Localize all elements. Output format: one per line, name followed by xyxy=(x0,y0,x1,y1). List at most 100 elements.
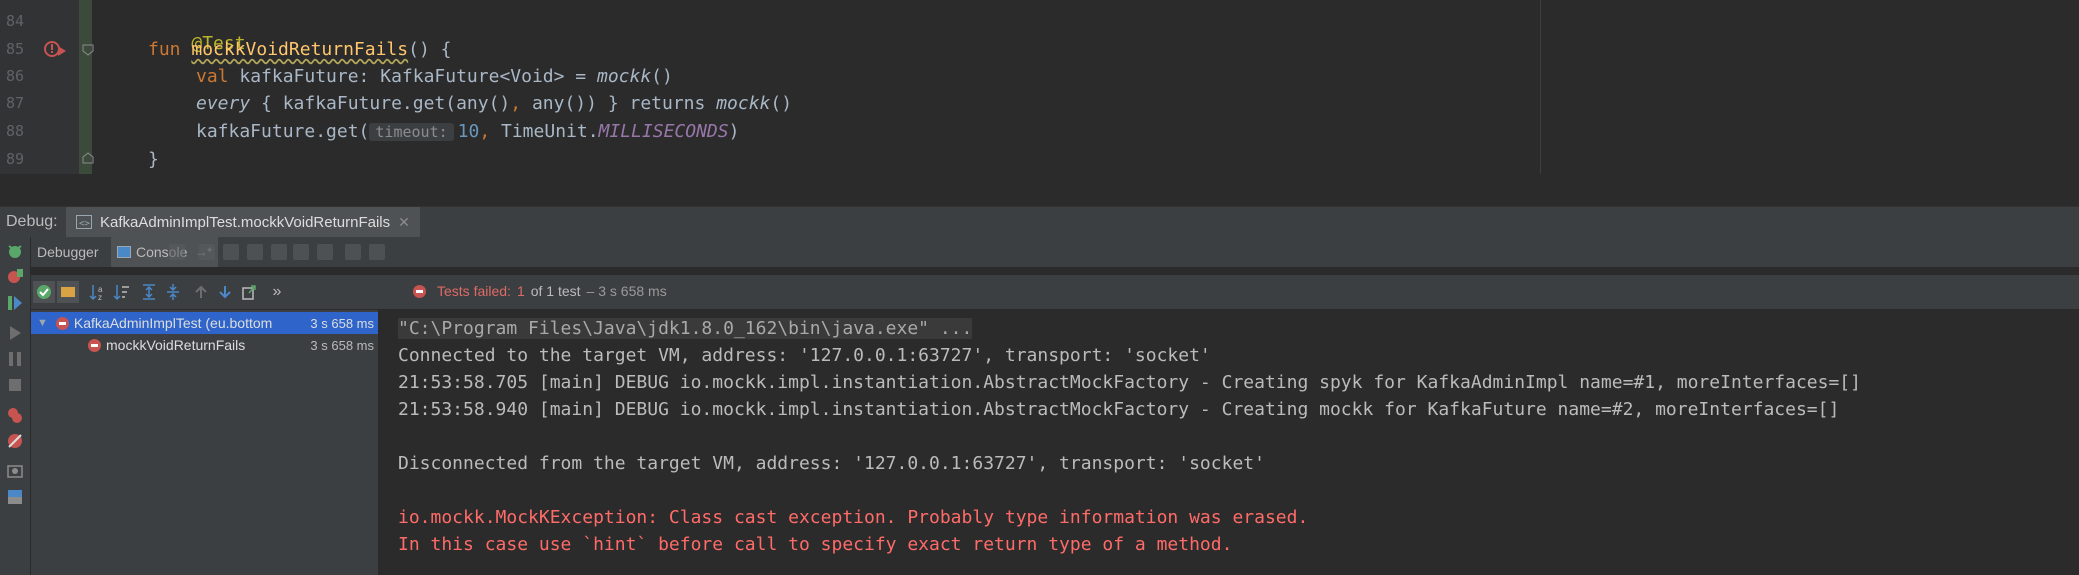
code-text: { kafkaFuture.get(any() xyxy=(250,93,511,114)
close-icon[interactable]: ✕ xyxy=(398,214,410,231)
console-error-line: io.mockk.MockKException: Class cast exce… xyxy=(398,507,1309,528)
code-text: () { xyxy=(408,39,452,60)
sort-by-duration-icon[interactable] xyxy=(111,282,131,302)
step-over-icon[interactable] xyxy=(199,244,215,260)
expand-all-icon[interactable] xyxy=(139,282,159,302)
console-line: 21:53:58.705 [main] DEBUG io.mockk.impl.… xyxy=(398,372,1861,393)
line-number: 85 xyxy=(6,40,25,58)
sort-alphabetically-icon[interactable]: az xyxy=(87,282,107,302)
step-into-icon[interactable] xyxy=(223,244,239,260)
console-command-line: "C:\Program Files\Java\jdk1.8.0_162\bin\… xyxy=(398,318,973,339)
chevron-down-icon[interactable]: ▼ xyxy=(37,317,48,329)
right-margin-guide xyxy=(1540,0,1541,174)
code-text: () xyxy=(770,93,793,114)
show-ignored-icon[interactable] xyxy=(57,281,79,303)
test-tree-row-method[interactable]: mockkVoidReturnFails 3 s 658 ms xyxy=(31,334,378,356)
code-text: kafkaFuture: KafkaFuture<Void> = xyxy=(228,66,597,87)
code-line-88: kafkaFuture.get(timeout: 10, TimeUnit.MIL… xyxy=(196,121,739,142)
fold-icon[interactable] xyxy=(82,44,94,56)
code-text: ) xyxy=(728,121,740,142)
failed-icon xyxy=(88,338,101,352)
tab-debugger-label: Debugger xyxy=(37,244,99,260)
debugger-subtabs: Debugger Console →* xyxy=(31,237,2079,268)
keyword: val xyxy=(196,66,229,87)
debug-session-title: KafkaAdminImplTest.mockkVoidReturnFails xyxy=(100,213,391,231)
tests-total-text: of 1 test xyxy=(530,283,581,299)
function-name: mockkVoidReturnFails xyxy=(191,39,409,60)
console-line: 21:53:58.940 [main] DEBUG io.mockk.impl.… xyxy=(398,399,1840,420)
punctuation: , xyxy=(479,121,491,142)
code-line-89: } xyxy=(148,149,159,170)
debug-session-tab[interactable]: <> KafkaAdminImplTest.mockkVoidReturnFai… xyxy=(66,207,420,237)
previous-failed-icon[interactable] xyxy=(191,282,211,302)
rerun-failed-icon[interactable] xyxy=(5,267,25,287)
layout-icon[interactable] xyxy=(5,487,25,507)
more-actions-icon[interactable]: » xyxy=(267,282,287,302)
debug-actions-strip xyxy=(0,237,31,575)
show-execution-point-icon[interactable] xyxy=(169,244,185,260)
code-text: any()) } returns xyxy=(521,93,717,114)
test-results-tree[interactable]: ▼ KafkaAdminImplTest (eu.bottom 3 s 658 … xyxy=(31,310,379,575)
debug-tool-window-header: Debug: <> KafkaAdminImplTest.mockkVoidRe… xyxy=(0,206,2079,238)
mute-breakpoints-icon[interactable] xyxy=(5,431,25,451)
run-to-cursor-icon[interactable] xyxy=(317,244,333,260)
evaluate-expression-icon[interactable] xyxy=(345,244,361,260)
rerun-debug-icon[interactable] xyxy=(5,241,25,261)
code-line-87: every { kafkaFuture.get(any(), any()) } … xyxy=(196,93,792,114)
change-marker-bar xyxy=(79,0,92,174)
force-step-into-icon[interactable] xyxy=(247,244,263,260)
trace-icon[interactable] xyxy=(369,244,385,260)
code-line-86: val kafkaFuture: KafkaFuture<Void> = moc… xyxy=(196,66,673,87)
line-number: 88 xyxy=(6,122,25,140)
code-text: () xyxy=(651,66,673,87)
next-failed-icon[interactable] xyxy=(215,282,235,302)
code-text: kafkaFuture.get( xyxy=(196,121,370,142)
resume-icon[interactable] xyxy=(5,293,25,313)
code-text: } xyxy=(148,149,159,170)
code-line-85: fun mockkVoidReturnFails() { xyxy=(148,39,451,60)
function-call: every xyxy=(196,93,251,114)
constant: MILLISECONDS xyxy=(598,121,729,142)
punctuation: , xyxy=(510,93,522,114)
test-class-name: KafkaAdminImplTest (eu.bottom xyxy=(73,315,273,331)
test-duration: 3 s 658 ms xyxy=(310,315,374,331)
test-status: Tests failed: 1 of 1 test – 3 s 658 ms xyxy=(413,283,667,299)
console-line: Connected to the target VM, address: '12… xyxy=(398,345,1211,366)
tests-failed-label: Tests failed: xyxy=(437,283,511,299)
collapse-all-icon[interactable] xyxy=(163,282,183,302)
stop-icon[interactable] xyxy=(5,375,25,395)
line-number: 89 xyxy=(6,150,25,168)
drop-frame-icon[interactable] xyxy=(293,244,309,260)
test-duration: 3 s 658 ms xyxy=(310,337,374,353)
failed-icon xyxy=(413,284,426,298)
parameter-hint: timeout: xyxy=(369,123,454,141)
line-number: 84 xyxy=(6,12,25,30)
view-breakpoints-icon[interactable] xyxy=(5,405,25,425)
test-class-icon: <> xyxy=(76,215,92,229)
function-call: mockk xyxy=(716,93,771,114)
test-method-name: mockkVoidReturnFails xyxy=(106,337,246,353)
tests-duration: – 3 s 658 ms xyxy=(586,283,667,299)
code-editor[interactable]: 84 85 86 87 88 89 @Test fun mockkVoidRet… xyxy=(0,0,2079,174)
pause-icon[interactable] xyxy=(5,349,25,369)
run-test-failed-icon[interactable] xyxy=(44,40,68,60)
tab-debugger[interactable]: Debugger xyxy=(31,237,105,267)
test-tree-row-class[interactable]: ▼ KafkaAdminImplTest (eu.bottom 3 s 658 … xyxy=(31,312,378,334)
show-passed-icon[interactable] xyxy=(33,281,55,303)
line-number: 86 xyxy=(6,67,25,85)
console-line: Disconnected from the target VM, address… xyxy=(398,453,1265,474)
test-runner-toolbar: az » Tests failed: 1 of 1 test – 3 s 658… xyxy=(31,275,2079,310)
debug-label: Debug: xyxy=(6,213,58,230)
tests-failed-count: 1 xyxy=(516,283,525,299)
function-call: mockk xyxy=(596,66,652,87)
fold-end-icon[interactable] xyxy=(82,152,94,164)
export-results-icon[interactable] xyxy=(239,282,259,302)
code-text: TimeUnit. xyxy=(490,121,599,142)
console-output[interactable]: "C:\Program Files\Java\jdk1.8.0_162\bin\… xyxy=(380,310,2079,575)
number-literal: 10 xyxy=(457,121,480,142)
svg-text:z: z xyxy=(98,293,102,301)
step-out-icon[interactable] xyxy=(271,244,287,260)
camera-icon[interactable] xyxy=(5,461,25,481)
play-icon[interactable] xyxy=(5,323,25,343)
failed-icon xyxy=(55,316,69,330)
